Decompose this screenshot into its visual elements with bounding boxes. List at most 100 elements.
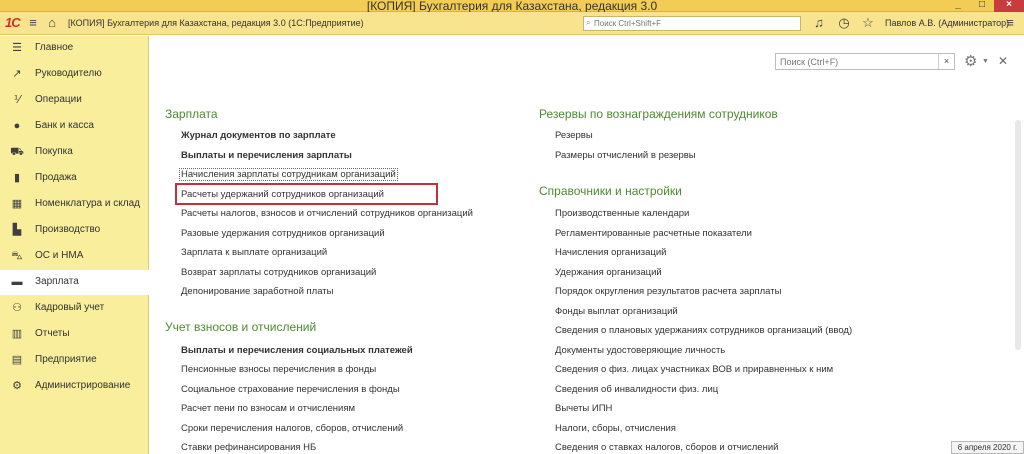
link-deposit-salary[interactable]: Депонирование заработной платы [181, 286, 333, 297]
sidebar-item-salary[interactable]: ▬ Зарплата [0, 270, 149, 295]
link-rounding-order[interactable]: Порядок округления результатов расчета з… [555, 286, 781, 297]
close-window-button[interactable]: × [994, 0, 1024, 12]
sidebar-item-label: Главное [35, 42, 74, 53]
global-search[interactable]: ⌕ [583, 16, 801, 31]
sidebar-item-label: Предприятие [35, 354, 97, 365]
link-transfer-deadlines[interactable]: Сроки перечисления налогов, сборов, отчи… [181, 423, 403, 434]
link-org-accruals[interactable]: Начисления организаций [555, 247, 666, 258]
sidebar-item-fixed-assets[interactable]: ⛍ ОС и НМА [0, 244, 149, 269]
link-ipn-deductions[interactable]: Вычеты ИПН [555, 403, 612, 414]
sidebar-item-operations[interactable]: ⅟ Операции [0, 88, 149, 113]
link-refinancing-rates[interactable]: Ставки рефинансирования НБ [181, 442, 316, 453]
sidebar-item-main[interactable]: ☰ Главное [0, 36, 149, 61]
1c-logo[interactable]: 1С [5, 15, 21, 30]
search-icon: ⌕ [586, 18, 591, 27]
hamburger-menu-icon[interactable]: ≡ [25, 15, 41, 31]
sidebar-item-label: Администрирование [35, 380, 131, 391]
link-regulated-indicators[interactable]: Регламентированные расчетные показатели [555, 228, 752, 239]
section-search-input[interactable] [776, 54, 936, 69]
home-icon[interactable]: ⌂ [44, 15, 60, 31]
os-titlebar: [КОПИЯ] Бухгалтерия для Казахстана, реда… [0, 0, 1024, 13]
link-salary-return[interactable]: Возврат зарплаты сотрудников организаций [181, 267, 376, 278]
sidebar-item-reports[interactable]: ▥ Отчеты [0, 322, 149, 347]
chevron-down-icon[interactable]: ▼ [982, 58, 989, 65]
link-one-time-deductions[interactable]: Разовые удержания сотрудников организаци… [181, 228, 385, 239]
sidebar-item-label: Зарплата [35, 276, 79, 287]
history-icon[interactable]: ◷ [836, 15, 852, 31]
sidebar-item-label: ОС и НМА [35, 250, 84, 261]
link-tax-rates[interactable]: Сведения о ставках налогов, сборов и отч… [555, 442, 778, 453]
sidebar-item-label: Номенклатура и склад [35, 198, 140, 209]
link-pension-contributions[interactable]: Пенсионные взносы перечисления в фонды [181, 364, 376, 375]
menu-icon: ☰ [12, 42, 22, 54]
maximize-button[interactable]: □ [970, 0, 994, 12]
sidebar-item-purchase[interactable]: ⛟ Покупка [0, 140, 149, 165]
link-salary-journal[interactable]: Журнал документов по зарплате [181, 130, 336, 141]
link-social-insurance[interactable]: Социальное страхование перечисления в фо… [181, 384, 400, 395]
sidebar-item-administration[interactable]: ⚙ Администрирование [0, 374, 149, 399]
link-salary-accruals[interactable]: Начисления зарплаты сотрудникам организа… [179, 168, 398, 181]
sidebar-item-label: Операции [35, 94, 82, 105]
settings-gear-icon[interactable]: ⚙ [964, 52, 977, 70]
global-search-input[interactable] [584, 17, 774, 30]
sidebar-item-enterprise[interactable]: ▤ Предприятие [0, 348, 149, 373]
building-icon: ▤ [11, 354, 23, 366]
section-title-contributions: Учет взносов и отчислений [165, 320, 317, 334]
chart-icon: ↗ [12, 68, 22, 80]
link-taxes-calc[interactable]: Расчеты налогов, взносов и отчислений со… [181, 208, 473, 219]
sidebar-item-hr[interactable]: ⚇ Кадровый учет [0, 296, 149, 321]
link-identity-documents[interactable]: Документы удостоверяющие личность [555, 345, 725, 356]
link-production-calendars[interactable]: Производственные календари [555, 208, 689, 219]
section-title-salary: Зарплата [165, 107, 218, 121]
wallet-icon: ▬ [11, 276, 23, 288]
link-salary-to-pay[interactable]: Зарплата к выплате организаций [181, 247, 327, 258]
link-penalty-calc[interactable]: Расчет пени по взносам и отчислениям [181, 403, 355, 414]
link-planned-deductions[interactable]: Сведения о плановых удержаниях сотрудник… [555, 325, 852, 336]
sidebar-item-label: Руководителю [35, 68, 102, 79]
link-taxes-fees[interactable]: Налоги, сборы, отчисления [555, 423, 676, 434]
settings-menu-icon[interactable]: ≡ [1002, 15, 1018, 31]
section-title-reserves: Резервы по вознаграждениям сотрудников [539, 107, 778, 121]
app-toolbar: 1С ≡ ⌂ [КОПИЯ] Бухгалтерия для Казахстан… [0, 12, 1024, 35]
current-user[interactable]: Павлов А.В. (Администратор) [885, 18, 1009, 28]
coins-icon: ● [13, 120, 21, 132]
sidebar-item-sales[interactable]: ▮ Продажа [0, 166, 149, 191]
app-title: [КОПИЯ] Бухгалтерия для Казахстана, реда… [68, 18, 364, 28]
highlight-frame [175, 183, 438, 205]
cart-icon: ⛟ [10, 146, 24, 158]
clear-search-icon[interactable]: × [938, 54, 954, 69]
link-payment-funds[interactable]: Фонды выплат организаций [555, 306, 678, 317]
os-window-controls: _ □ × [946, 0, 1024, 12]
sidebar-item-manager[interactable]: ↗ Руководителю [0, 62, 149, 87]
sidebar: ☰ Главное ↗ Руководителю ⅟ Операции ● Ба… [0, 36, 149, 454]
section-title-settings: Справочники и настройки [539, 184, 682, 198]
report-icon: ▥ [11, 328, 23, 340]
bell-icon[interactable]: ♫ [811, 15, 827, 31]
link-disability-info[interactable]: Сведения об инвалидности физ. лиц [555, 384, 718, 395]
link-social-payments[interactable]: Выплаты и перечисления социальных платеж… [181, 345, 413, 356]
car-icon: ⛍ [11, 250, 23, 262]
sidebar-item-warehouse[interactable]: ▦ Номенклатура и склад [0, 192, 149, 217]
operations-icon: ⅟ [13, 94, 21, 106]
minimize-button[interactable]: _ [946, 0, 970, 12]
warehouse-icon: ▦ [11, 198, 23, 210]
link-salary-payments[interactable]: Выплаты и перечисления зарплаты [181, 150, 352, 161]
sidebar-item-production[interactable]: ▙ Производство [0, 218, 149, 243]
sidebar-item-label: Отчеты [35, 328, 70, 339]
people-icon: ⚇ [12, 302, 22, 314]
link-reserves[interactable]: Резервы [555, 130, 593, 141]
section-search[interactable]: × [775, 53, 955, 70]
close-icon[interactable]: ✕ [998, 54, 1008, 68]
sidebar-item-label: Банк и касса [35, 120, 94, 131]
sidebar-item-bank[interactable]: ● Банк и касса [0, 114, 149, 139]
sidebar-item-label: Производство [35, 224, 101, 235]
link-war-veterans[interactable]: Сведения о физ. лицах участниках ВОВ и п… [555, 364, 833, 375]
gear-icon: ⚙ [12, 380, 22, 392]
vertical-scrollbar[interactable] [1011, 80, 1024, 454]
sidebar-item-label: Кадровый учет [35, 302, 105, 313]
favorites-star-icon[interactable]: ☆ [860, 15, 876, 31]
scrollbar-thumb[interactable] [1015, 120, 1021, 350]
link-reserve-rates[interactable]: Размеры отчислений в резервы [555, 150, 696, 161]
bag-icon: ▮ [13, 172, 21, 184]
link-org-deductions[interactable]: Удержания организаций [555, 267, 662, 278]
